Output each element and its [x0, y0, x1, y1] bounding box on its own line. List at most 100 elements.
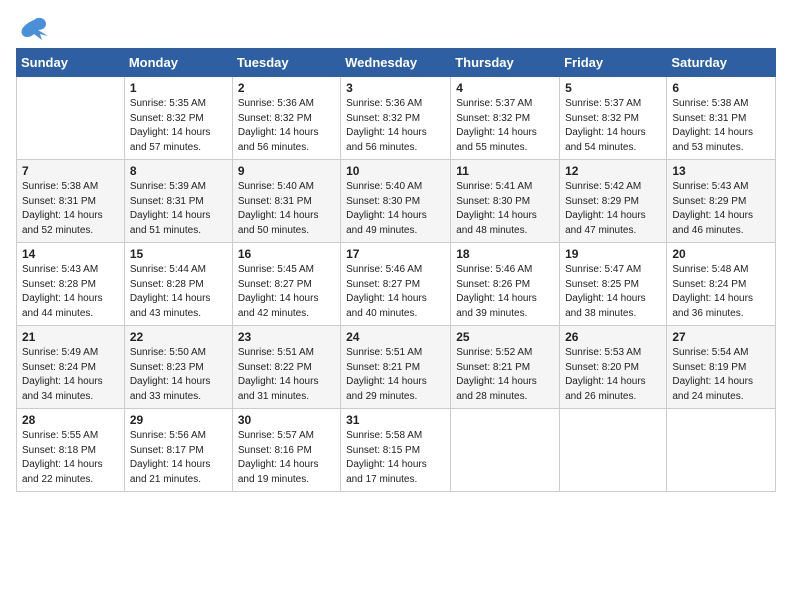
day-number: 22	[130, 330, 227, 344]
calendar-cell: 15 Sunrise: 5:44 AMSunset: 8:28 PMDayligh…	[124, 243, 232, 326]
day-number: 18	[456, 247, 554, 261]
day-number: 24	[346, 330, 445, 344]
day-info: Sunrise: 5:58 AMSunset: 8:15 PMDaylight:…	[346, 429, 445, 487]
day-number: 17	[346, 247, 445, 261]
calendar-cell: 4 Sunrise: 5:37 AMSunset: 8:32 PMDaylight…	[451, 77, 560, 160]
calendar-week-1: 1 Sunrise: 5:35 AMSunset: 8:32 PMDaylight…	[17, 77, 776, 160]
day-number: 4	[456, 81, 554, 95]
calendar-cell: 10Sunrise: 5:40 AMSunset: 8:30 PMDayligh…	[341, 160, 451, 243]
day-number: 30	[238, 413, 335, 427]
calendar-cell: 22 Sunrise: 5:50 AMSunset: 8:23 PMDayligh…	[124, 326, 232, 409]
day-info: Sunrise: 5:51 AMSunset: 8:21 PMDaylight:…	[346, 346, 445, 404]
day-info: Sunrise: 5:39 AMSunset: 8:31 PMDaylight:…	[130, 180, 227, 238]
day-number: 12	[565, 164, 661, 178]
day-number: 16	[238, 247, 335, 261]
logo-bird-icon	[20, 16, 48, 40]
day-info: Sunrise: 5:52 AMSunset: 8:21 PMDaylight:…	[456, 346, 554, 404]
calendar-cell: 31 Sunrise: 5:58 AMSunset: 8:15 PMDayligh…	[341, 409, 451, 492]
calendar-cell: 16 Sunrise: 5:45 AMSunset: 8:27 PMDayligh…	[232, 243, 340, 326]
day-info: Sunrise: 5:56 AMSunset: 8:17 PMDaylight:…	[130, 429, 227, 487]
day-number: 2	[238, 81, 335, 95]
column-header-friday: Friday	[560, 49, 667, 77]
day-info: Sunrise: 5:40 AMSunset: 8:31 PMDaylight:…	[238, 180, 335, 238]
day-number: 27	[672, 330, 770, 344]
day-info: Sunrise: 5:57 AMSunset: 8:16 PMDaylight:…	[238, 429, 335, 487]
day-info: Sunrise: 5:49 AMSunset: 8:24 PMDaylight:…	[22, 346, 119, 404]
day-number: 21	[22, 330, 119, 344]
day-number: 25	[456, 330, 554, 344]
calendar-week-4: 21 Sunrise: 5:49 AMSunset: 8:24 PMDayligh…	[17, 326, 776, 409]
day-info: Sunrise: 5:35 AMSunset: 8:32 PMDaylight:…	[130, 97, 227, 155]
calendar-cell: 14 Sunrise: 5:43 AMSunset: 8:28 PMDayligh…	[17, 243, 125, 326]
calendar-week-5: 28 Sunrise: 5:55 AMSunset: 8:18 PMDayligh…	[17, 409, 776, 492]
calendar-cell: 6Sunrise: 5:38 AMSunset: 8:31 PMDaylight…	[667, 77, 776, 160]
day-number: 10	[346, 164, 445, 178]
day-info: Sunrise: 5:50 AMSunset: 8:23 PMDaylight:…	[130, 346, 227, 404]
calendar-cell	[17, 77, 125, 160]
day-info: Sunrise: 5:46 AMSunset: 8:27 PMDaylight:…	[346, 263, 445, 321]
day-number: 3	[346, 81, 445, 95]
calendar-cell: 19Sunrise: 5:47 AMSunset: 8:25 PMDayligh…	[560, 243, 667, 326]
calendar-cell: 5 Sunrise: 5:37 AMSunset: 8:32 PMDaylight…	[560, 77, 667, 160]
calendar-header-row: SundayMondayTuesdayWednesdayThursdayFrid…	[17, 49, 776, 77]
calendar-cell	[667, 409, 776, 492]
calendar-table: SundayMondayTuesdayWednesdayThursdayFrid…	[16, 48, 776, 492]
calendar-cell: 27Sunrise: 5:54 AMSunset: 8:19 PMDayligh…	[667, 326, 776, 409]
calendar-cell: 25 Sunrise: 5:52 AMSunset: 8:21 PMDayligh…	[451, 326, 560, 409]
calendar-cell: 23 Sunrise: 5:51 AMSunset: 8:22 PMDayligh…	[232, 326, 340, 409]
logo	[16, 16, 48, 40]
calendar-week-3: 14 Sunrise: 5:43 AMSunset: 8:28 PMDayligh…	[17, 243, 776, 326]
calendar-cell: 20Sunrise: 5:48 AMSunset: 8:24 PMDayligh…	[667, 243, 776, 326]
day-info: Sunrise: 5:53 AMSunset: 8:20 PMDaylight:…	[565, 346, 661, 404]
calendar-cell: 18 Sunrise: 5:46 AMSunset: 8:26 PMDayligh…	[451, 243, 560, 326]
day-info: Sunrise: 5:44 AMSunset: 8:28 PMDaylight:…	[130, 263, 227, 321]
day-number: 13	[672, 164, 770, 178]
day-info: Sunrise: 5:43 AMSunset: 8:28 PMDaylight:…	[22, 263, 119, 321]
calendar-cell	[451, 409, 560, 492]
calendar-cell: 26 Sunrise: 5:53 AMSunset: 8:20 PMDayligh…	[560, 326, 667, 409]
day-info: Sunrise: 5:37 AMSunset: 8:32 PMDaylight:…	[565, 97, 661, 155]
day-number: 15	[130, 247, 227, 261]
calendar-cell	[560, 409, 667, 492]
column-header-thursday: Thursday	[451, 49, 560, 77]
day-number: 5	[565, 81, 661, 95]
day-info: Sunrise: 5:41 AMSunset: 8:30 PMDaylight:…	[456, 180, 554, 238]
day-info: Sunrise: 5:55 AMSunset: 8:18 PMDaylight:…	[22, 429, 119, 487]
day-number: 14	[22, 247, 119, 261]
calendar-cell: 13 Sunrise: 5:43 AMSunset: 8:29 PMDayligh…	[667, 160, 776, 243]
day-number: 11	[456, 164, 554, 178]
calendar-cell: 30 Sunrise: 5:57 AMSunset: 8:16 PMDayligh…	[232, 409, 340, 492]
day-info: Sunrise: 5:42 AMSunset: 8:29 PMDaylight:…	[565, 180, 661, 238]
day-number: 9	[238, 164, 335, 178]
calendar-cell: 1 Sunrise: 5:35 AMSunset: 8:32 PMDaylight…	[124, 77, 232, 160]
day-number: 23	[238, 330, 335, 344]
calendar-cell: 8Sunrise: 5:39 AMSunset: 8:31 PMDaylight…	[124, 160, 232, 243]
column-header-tuesday: Tuesday	[232, 49, 340, 77]
calendar-cell: 29 Sunrise: 5:56 AMSunset: 8:17 PMDayligh…	[124, 409, 232, 492]
calendar-cell: 24 Sunrise: 5:51 AMSunset: 8:21 PMDayligh…	[341, 326, 451, 409]
day-info: Sunrise: 5:43 AMSunset: 8:29 PMDaylight:…	[672, 180, 770, 238]
column-header-wednesday: Wednesday	[341, 49, 451, 77]
calendar-cell: 2 Sunrise: 5:36 AMSunset: 8:32 PMDaylight…	[232, 77, 340, 160]
day-info: Sunrise: 5:36 AMSunset: 8:32 PMDaylight:…	[238, 97, 335, 155]
day-number: 1	[130, 81, 227, 95]
day-number: 7	[22, 164, 119, 178]
day-number: 6	[672, 81, 770, 95]
day-info: Sunrise: 5:37 AMSunset: 8:32 PMDaylight:…	[456, 97, 554, 155]
day-number: 26	[565, 330, 661, 344]
calendar-week-2: 7Sunrise: 5:38 AMSunset: 8:31 PMDaylight…	[17, 160, 776, 243]
day-number: 28	[22, 413, 119, 427]
day-number: 20	[672, 247, 770, 261]
calendar-cell: 21 Sunrise: 5:49 AMSunset: 8:24 PMDayligh…	[17, 326, 125, 409]
calendar-cell: 3Sunrise: 5:36 AMSunset: 8:32 PMDaylight…	[341, 77, 451, 160]
day-number: 29	[130, 413, 227, 427]
calendar-cell: 28 Sunrise: 5:55 AMSunset: 8:18 PMDayligh…	[17, 409, 125, 492]
page-header	[16, 16, 776, 40]
column-header-sunday: Sunday	[17, 49, 125, 77]
day-info: Sunrise: 5:51 AMSunset: 8:22 PMDaylight:…	[238, 346, 335, 404]
day-info: Sunrise: 5:45 AMSunset: 8:27 PMDaylight:…	[238, 263, 335, 321]
day-number: 31	[346, 413, 445, 427]
day-info: Sunrise: 5:47 AMSunset: 8:25 PMDaylight:…	[565, 263, 661, 321]
calendar-cell: 11 Sunrise: 5:41 AMSunset: 8:30 PMDayligh…	[451, 160, 560, 243]
day-info: Sunrise: 5:46 AMSunset: 8:26 PMDaylight:…	[456, 263, 554, 321]
